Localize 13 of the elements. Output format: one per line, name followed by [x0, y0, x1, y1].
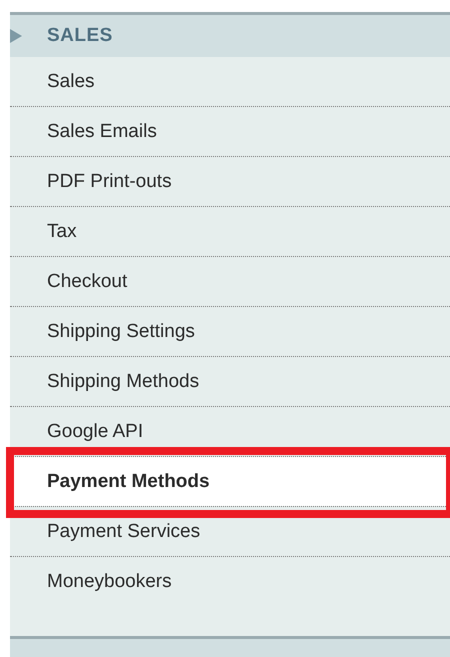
menu-item[interactable]: Tax: [10, 207, 450, 256]
menu-item[interactable]: Sales Emails: [10, 107, 450, 156]
menu-item[interactable]: Google API: [10, 407, 450, 456]
section-header[interactable]: [10, 639, 450, 657]
menu-item[interactable]: Sales: [10, 57, 450, 106]
section-title: SALES: [47, 25, 113, 47]
menu-item[interactable]: Shipping Settings: [10, 307, 450, 356]
menu-item[interactable]: Shipping Methods: [10, 357, 450, 406]
menu-item[interactable]: Moneybookers: [10, 557, 450, 606]
menu-item[interactable]: Payment Services: [10, 507, 450, 556]
section-header[interactable]: SALES: [10, 12, 450, 57]
menu-item[interactable]: Checkout: [10, 257, 450, 306]
menu-item[interactable]: PDF Print-outs: [10, 157, 450, 206]
